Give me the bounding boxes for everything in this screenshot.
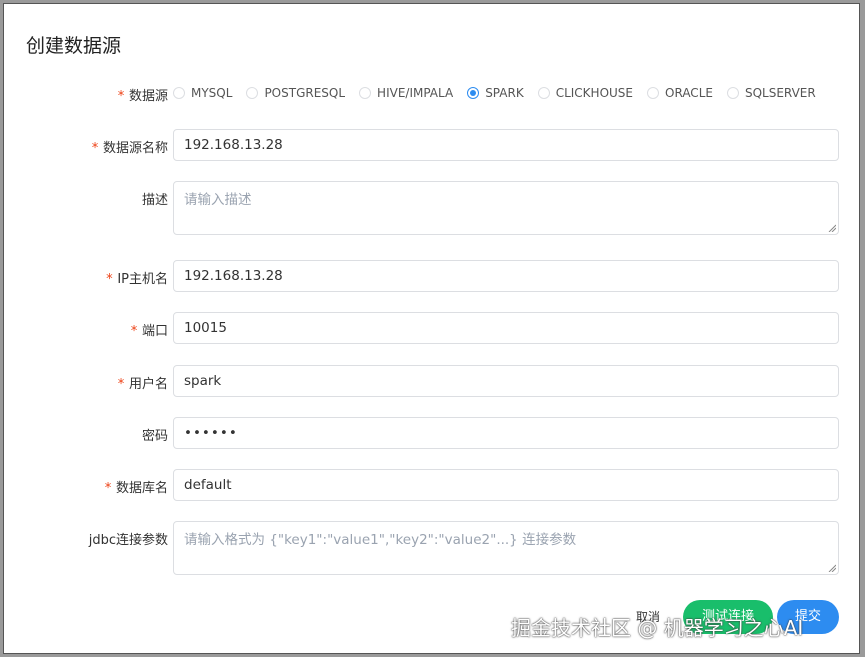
- radio-circle-icon[interactable]: [537, 87, 550, 99]
- description-textarea[interactable]: 请输入描述: [173, 181, 839, 235]
- radio-circle-icon[interactable]: [246, 87, 259, 99]
- host-row: * IP主机名 192.168.13.28: [4, 260, 859, 292]
- radio-circle-icon[interactable]: [647, 87, 660, 99]
- datasource-radio-oracle[interactable]: ORACLE: [647, 86, 713, 100]
- username-input[interactable]: spark: [173, 365, 839, 397]
- datasource-radio-sqlserver[interactable]: SQLSERVER: [726, 86, 816, 100]
- datasource-type-radio-group: MYSQL POSTGRESQL HIVE/IMPALA SPARK CLICKHOUS…: [173, 84, 830, 102]
- jdbc-params-placeholder: 请输入格式为 {"key1":"value1","key2":"value2".…: [184, 532, 577, 548]
- datasource-radio-hiveimpala[interactable]: HIVE/IMPALA: [359, 86, 453, 100]
- radio-circle-icon[interactable]: [359, 87, 372, 99]
- radio-label: POSTGRESQL: [264, 86, 346, 100]
- port-row: * 端口 10015: [4, 312, 859, 344]
- password-input[interactable]: ••••••: [173, 417, 839, 449]
- radio-label: MYSQL: [191, 86, 233, 100]
- database-label: * 数据库名: [104, 481, 168, 496]
- datasource-name-input[interactable]: 192.168.13.28: [173, 129, 839, 161]
- port-label: * 端口: [130, 324, 168, 339]
- create-datasource-dialog: 创建数据源 * 数据源 MYSQL POSTGRESQL HIVE/IMPALA SPA…: [3, 3, 860, 654]
- host-label: * IP主机名: [105, 272, 168, 287]
- resize-handle-icon[interactable]: [828, 224, 836, 232]
- radio-circle-icon[interactable]: [467, 87, 480, 99]
- radio-label: CLICKHOUSE: [555, 86, 634, 100]
- radio-label: SQLSERVER: [744, 86, 816, 100]
- datasource-radio-postgresql[interactable]: POSTGRESQL: [246, 86, 345, 100]
- database-row: * 数据库名 default: [4, 469, 859, 501]
- radio-label: HIVE/IMPALA: [377, 86, 454, 100]
- dialog-title: 创建数据源: [26, 35, 122, 57]
- datasource-type-row: * 数据源 MYSQL POSTGRESQL HIVE/IMPALA SPARK CLIC…: [4, 84, 859, 104]
- datasource-type-label: * 数据源: [117, 89, 168, 104]
- description-row: 描述 请输入描述: [4, 181, 859, 235]
- radio-label: ORACLE: [665, 86, 713, 100]
- password-label: 密码: [141, 429, 168, 444]
- database-input[interactable]: default: [173, 469, 839, 501]
- datasource-name-row: * 数据源名称 192.168.13.28: [4, 129, 859, 161]
- username-row: * 用户名 spark: [4, 365, 859, 397]
- radio-circle-icon[interactable]: [173, 87, 185, 99]
- datasource-radio-spark[interactable]: SPARK: [467, 86, 524, 100]
- datasource-radio-clickhouse[interactable]: CLICKHOUSE: [537, 86, 634, 100]
- host-input[interactable]: 192.168.13.28: [173, 260, 839, 292]
- watermark-text: 掘金技术社区 @ 机器学习之心AI: [511, 616, 804, 640]
- port-input[interactable]: 10015: [173, 312, 839, 344]
- radio-label: SPARK: [485, 86, 524, 100]
- datasource-name-label: * 数据源名称: [91, 141, 168, 156]
- jdbc-params-textarea[interactable]: 请输入格式为 {"key1":"value1","key2":"value2".…: [173, 521, 839, 575]
- jdbc-params-label: jdbc连接参数: [88, 533, 168, 548]
- radio-circle-icon[interactable]: [726, 87, 739, 99]
- jdbc-params-row: jdbc连接参数 请输入格式为 {"key1":"value1","key2":…: [4, 521, 859, 575]
- datasource-radio-mysql[interactable]: MYSQL: [173, 86, 232, 100]
- resize-handle-icon[interactable]: [828, 564, 836, 572]
- password-row: 密码 ••••••: [4, 417, 859, 449]
- description-placeholder: 请输入描述: [184, 192, 252, 208]
- description-label: 描述: [141, 193, 168, 208]
- username-label: * 用户名: [117, 377, 168, 392]
